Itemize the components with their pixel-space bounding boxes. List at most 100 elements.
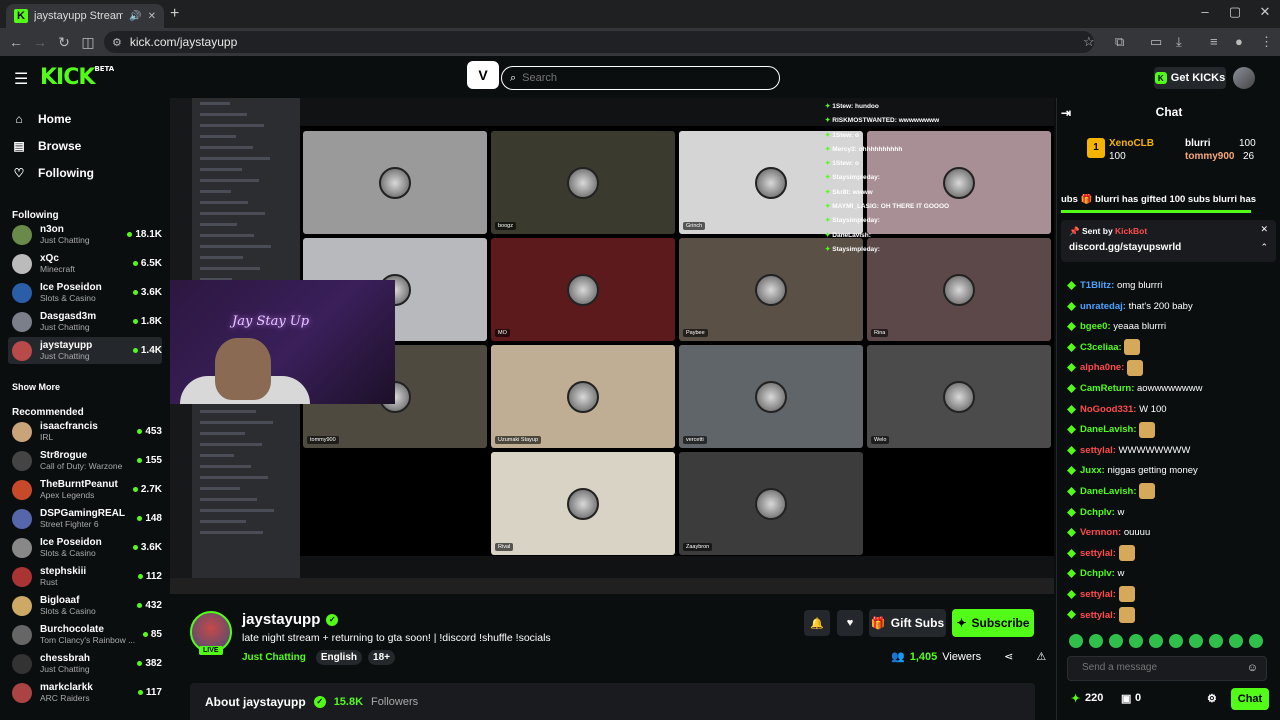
sidebar-channel-rec[interactable]: DSPGamingREAL Street Fighter 6 148 bbox=[8, 505, 162, 532]
notification-bell-button[interactable]: 🔔 bbox=[804, 610, 830, 636]
chat-username[interactable]: alpha0ne: bbox=[1080, 362, 1124, 373]
browser-tab[interactable]: K jaystayupp Stream - Watch 🔊 ✕ bbox=[6, 4, 164, 28]
report-icon[interactable]: ⚠ bbox=[1036, 650, 1046, 663]
chat-username[interactable]: Dchplv: bbox=[1080, 507, 1115, 518]
category-link[interactable]: Just Chatting bbox=[242, 652, 306, 663]
quick-emote-icon[interactable] bbox=[1109, 634, 1123, 648]
chat-username[interactable]: CamReturn: bbox=[1080, 383, 1134, 394]
quick-emote-icon[interactable] bbox=[1089, 634, 1103, 648]
follow-button[interactable]: ♥ bbox=[837, 610, 863, 636]
channel-name[interactable]: jaystayupp ✓ bbox=[242, 611, 339, 628]
stream-player[interactable]: boogz Grinch MO Paybee Rina tommy900 Uzumaki S… bbox=[170, 98, 1054, 594]
sidebar-channel-rec[interactable]: Burchocolate Tom Clancy's Rainbow ... 85 bbox=[8, 621, 162, 648]
tab-close-icon[interactable]: ✕ bbox=[148, 11, 156, 22]
second-count[interactable]: 0 bbox=[1135, 692, 1141, 704]
sidebar-channel-rec[interactable]: Str8rogue Call of Duty: Warzone 155 bbox=[8, 447, 162, 474]
quick-emote-icon[interactable] bbox=[1249, 634, 1263, 648]
chat-username[interactable]: DaneLavish: bbox=[1080, 424, 1137, 435]
sidebar-channel-rec[interactable]: Ice Poseidon Slots & Casino 3.6K bbox=[8, 534, 162, 561]
window-close-icon[interactable]: ✕ bbox=[1250, 4, 1280, 20]
chat-username[interactable]: Vernnon: bbox=[1080, 527, 1121, 538]
chat-username[interactable]: unratedaj: bbox=[1080, 301, 1126, 312]
quick-emote-icon[interactable] bbox=[1169, 634, 1183, 648]
cast-icon[interactable]: ▭ bbox=[1150, 34, 1162, 50]
kick-logo[interactable]: KICKBETA bbox=[40, 65, 114, 90]
sidebar-channel-rec[interactable]: chessbrah Just Chatting 382 bbox=[8, 650, 162, 677]
nav-following[interactable]: ♡ Following bbox=[12, 166, 94, 180]
extensions-icon[interactable]: ⧉ bbox=[1115, 34, 1124, 50]
chat-username[interactable]: settylal: bbox=[1080, 548, 1116, 559]
chat-username[interactable]: settylal: bbox=[1080, 589, 1116, 600]
sidebar-channel-fol[interactable]: Ice Poseidon Slots & Casino 3.6K bbox=[8, 279, 162, 306]
show-more-link[interactable]: Show More bbox=[12, 382, 60, 392]
nav-browse[interactable]: ▤ Browse bbox=[12, 139, 81, 153]
sidebar-channel-rec[interactable]: markclarkk ARC Raiders 117 bbox=[8, 679, 162, 706]
minimize-icon[interactable]: – bbox=[1190, 4, 1220, 19]
search-input[interactable] bbox=[522, 72, 763, 84]
viewer-number: 1,405 bbox=[909, 650, 938, 663]
sidebar-channel-rec[interactable]: Bigloaaf Slots & Casino 432 bbox=[8, 592, 162, 619]
get-kicks-button[interactable]: K Get KICKs bbox=[1154, 67, 1226, 89]
user-avatar[interactable] bbox=[1233, 67, 1255, 89]
subscribe-button[interactable]: ✦ Subscribe bbox=[952, 609, 1034, 637]
maximize-icon[interactable]: ▢ bbox=[1220, 4, 1250, 20]
site-info-icon[interactable]: ⚙ bbox=[112, 36, 122, 49]
sidebar-channel-fol[interactable]: n3on Just Chatting 18.1K bbox=[8, 221, 162, 248]
chat-username[interactable]: T1Blitz: bbox=[1080, 280, 1114, 291]
chat-username[interactable]: C3celiaa: bbox=[1080, 342, 1122, 353]
tag-language[interactable]: English bbox=[315, 650, 363, 665]
sidebar-channel-fol[interactable]: xQc Minecraft 6.5K bbox=[8, 250, 162, 277]
quick-emote-icon[interactable] bbox=[1069, 634, 1083, 648]
pinned-sender[interactable]: KickBot bbox=[1115, 226, 1147, 236]
chat-username[interactable]: settylal: bbox=[1080, 610, 1116, 621]
sidebar-channel-rec[interactable]: isaacfrancis IRL 453 bbox=[8, 418, 162, 445]
download-icon[interactable]: ⤓ bbox=[1176, 34, 1182, 50]
new-tab-button[interactable]: + bbox=[170, 5, 179, 23]
leader-1-name[interactable]: XenoCLB bbox=[1109, 138, 1154, 149]
sidebar-toggle-icon[interactable]: ◫ bbox=[76, 34, 100, 51]
hamburger-menu-icon[interactable]: ☰ bbox=[14, 69, 28, 89]
emoji-icon[interactable]: ☺ bbox=[1247, 662, 1258, 674]
pinned-text[interactable]: discord.gg/stayupswrld bbox=[1069, 242, 1181, 253]
collapse-pin-icon[interactable]: ⌃ bbox=[1260, 242, 1268, 253]
profile-icon[interactable]: ● bbox=[1235, 34, 1243, 49]
chat-username[interactable]: Dchplv: bbox=[1080, 568, 1115, 579]
sidebar-channel-fol[interactable]: Dasgasd3m Just Chatting 1.8K bbox=[8, 308, 162, 335]
chat-username[interactable]: NoGood331: bbox=[1080, 404, 1136, 415]
v-logo-button[interactable]: V bbox=[467, 61, 499, 89]
chat-username[interactable]: Juxx: bbox=[1080, 465, 1105, 476]
sidebar-channel-rec[interactable]: TheBurntPeanut Apex Legends 2.7K bbox=[8, 476, 162, 503]
media-icon[interactable]: ≡ bbox=[1210, 34, 1218, 49]
chat-username[interactable]: settylal: bbox=[1080, 445, 1116, 456]
gift-subs-button[interactable]: 🎁 Gift Subs bbox=[869, 609, 946, 637]
address-bar[interactable]: ⚙ kick.com/jaystayupp bbox=[104, 31, 1094, 53]
settings-gear-icon[interactable]: ⚙ bbox=[1207, 692, 1217, 705]
points-count[interactable]: 220 bbox=[1085, 692, 1103, 704]
bookmark-star-icon[interactable]: ☆ bbox=[1083, 34, 1095, 50]
back-icon[interactable]: ← bbox=[4, 34, 28, 50]
leader-2-name[interactable]: blurri bbox=[1185, 138, 1211, 149]
unpin-icon[interactable]: ✕ bbox=[1260, 224, 1268, 235]
send-chat-button[interactable]: Chat bbox=[1231, 688, 1269, 710]
forward-icon[interactable]: → bbox=[28, 34, 52, 50]
collapse-chat-icon[interactable]: ⇥ bbox=[1061, 106, 1071, 120]
quick-emote-icon[interactable] bbox=[1129, 634, 1143, 648]
tag-mature[interactable]: 18+ bbox=[368, 650, 395, 665]
quick-emote-icon[interactable] bbox=[1229, 634, 1243, 648]
reload-icon[interactable]: ↻ bbox=[52, 34, 76, 51]
nav-home[interactable]: ⌂ Home bbox=[12, 112, 71, 126]
quick-emote-icon[interactable] bbox=[1189, 634, 1203, 648]
speaker-icon[interactable]: 🔊 bbox=[129, 11, 141, 22]
search-box[interactable]: ⌕ bbox=[501, 66, 780, 90]
chat-input[interactable] bbox=[1082, 662, 1242, 673]
chat-input-box[interactable]: ☺ bbox=[1067, 656, 1267, 681]
quick-emote-icon[interactable] bbox=[1149, 634, 1163, 648]
chat-username[interactable]: DaneLavish: bbox=[1080, 486, 1137, 497]
leader-3-name[interactable]: tommy900 bbox=[1185, 151, 1234, 162]
sidebar-channel-rec[interactable]: stephskiii Rust 112 bbox=[8, 563, 162, 590]
share-icon[interactable]: ⋖ bbox=[1004, 650, 1013, 663]
quick-emote-icon[interactable] bbox=[1209, 634, 1223, 648]
chat-username[interactable]: bgee0: bbox=[1080, 321, 1111, 332]
sidebar-channel-fol[interactable]: jaystayupp Just Chatting 1.4K bbox=[8, 337, 162, 364]
menu-dots-icon[interactable]: ⋮ bbox=[1260, 34, 1273, 50]
